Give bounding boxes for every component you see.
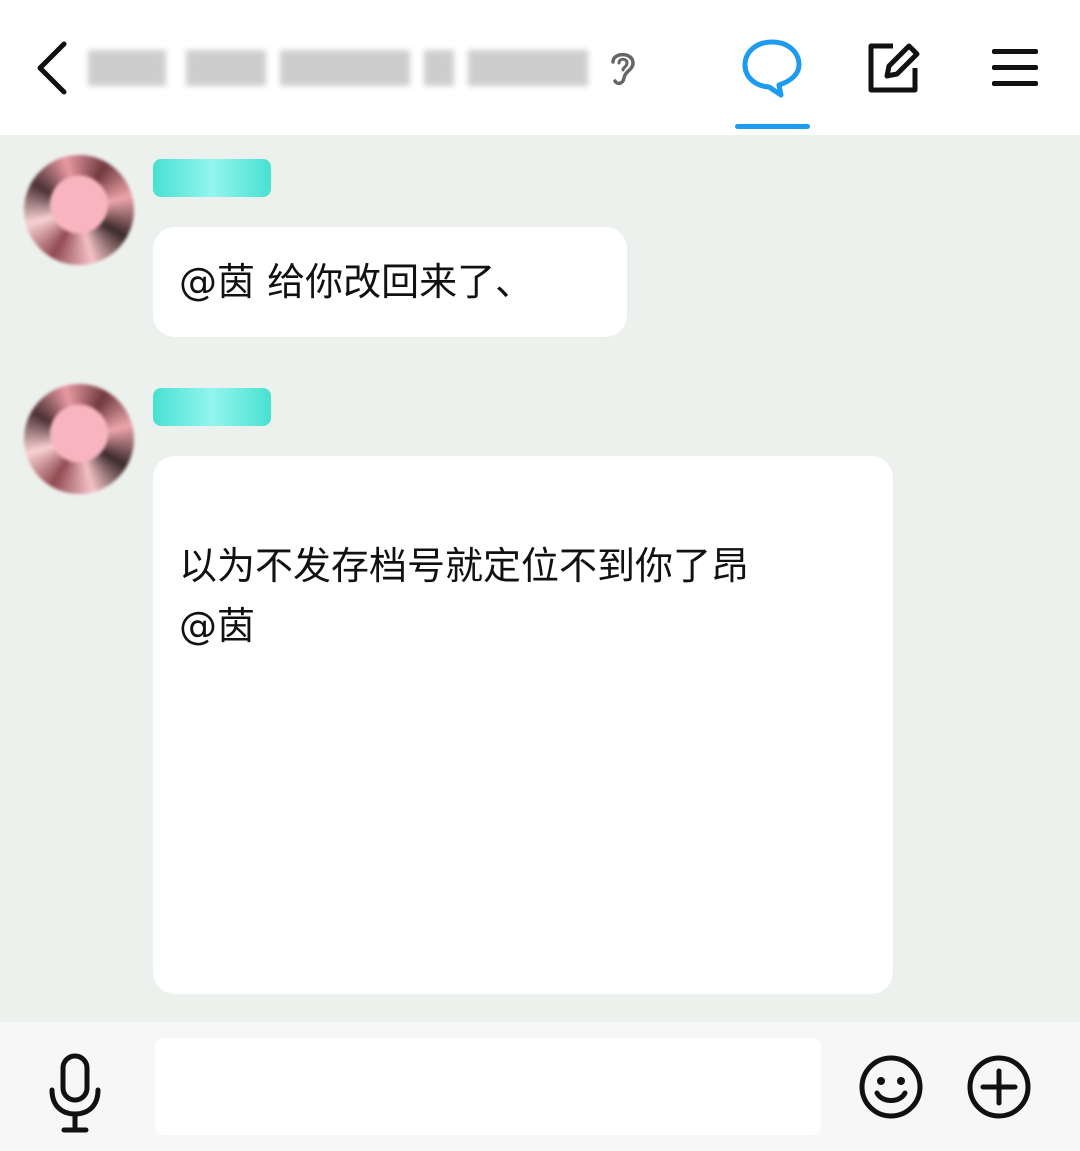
menu-button[interactable]: [983, 36, 1047, 100]
message-input[interactable]: [155, 1038, 821, 1135]
edit-square-icon: [868, 43, 920, 93]
chat-title-obscured: [186, 38, 602, 98]
emoji-button[interactable]: [858, 1054, 924, 1120]
back-button[interactable]: [28, 38, 78, 98]
chat-bubble-icon: [742, 39, 802, 98]
chat-header: [0, 0, 1080, 135]
nickname-badge: [153, 388, 271, 426]
active-tab-indicator: [735, 124, 810, 129]
avatar[interactable]: [24, 384, 134, 494]
microphone-icon: [49, 1053, 101, 1133]
avatar[interactable]: [24, 155, 134, 265]
tab-chat[interactable]: [740, 36, 804, 100]
input-bar: [0, 1022, 1080, 1151]
smiley-icon: [859, 1055, 923, 1119]
message-bubble[interactable]: @茵 给你改回来了、: [153, 227, 627, 337]
ear-icon[interactable]: [603, 46, 643, 90]
message-text: @茵 给你改回来了、: [179, 260, 534, 304]
voice-button[interactable]: [42, 1050, 108, 1140]
more-actions-button[interactable]: [966, 1054, 1032, 1120]
chat-title-obscured: [88, 38, 180, 98]
compose-button[interactable]: [861, 36, 925, 100]
chevron-left-icon: [37, 41, 67, 95]
plus-circle-icon: [967, 1055, 1031, 1119]
message-bubble[interactable]: 以为不发存档号就定位不到你了昂 @茵: [153, 456, 893, 994]
message-list[interactable]: @茵 给你改回来了、 以为不发存档号就定位不到你了昂 @茵: [0, 135, 1080, 1022]
message-text: 以为不发存档号就定位不到你了昂 @茵: [179, 544, 750, 648]
hamburger-menu-icon: [992, 49, 1038, 86]
nickname-badge: [153, 159, 271, 197]
